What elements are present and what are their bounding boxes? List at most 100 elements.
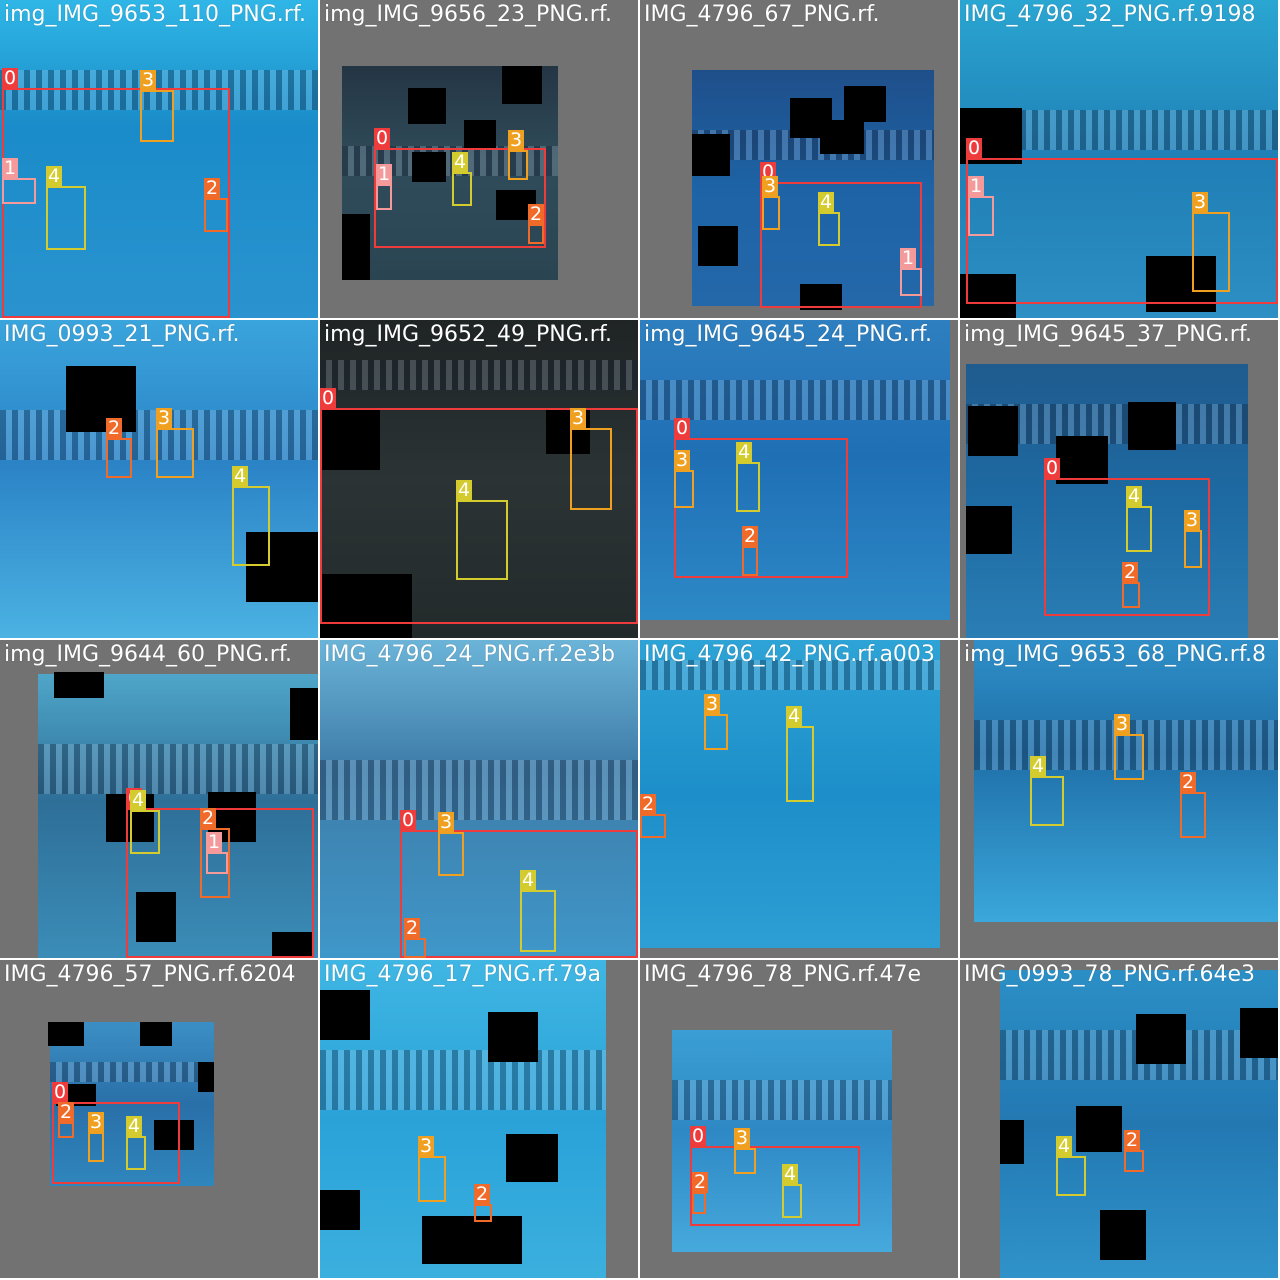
class-label: 3: [88, 1111, 105, 1133]
cutout-mask: [1240, 1008, 1278, 1058]
bounding-box: 0: [690, 1126, 860, 1226]
cutout-mask: [320, 1190, 360, 1230]
mosaic-tile: 0 4 3 2 img_IMG_9645_37_PNG.rf.: [960, 320, 1278, 638]
image-filename: img_IMG_9652_49_PNG.rf.: [324, 322, 612, 347]
class-label: 3: [762, 175, 779, 197]
cutout-mask: [290, 688, 318, 740]
class-label: 4: [782, 1163, 799, 1185]
bounding-box: 1: [2, 158, 36, 204]
mosaic-tile: 0 3 4 1 IMG_4796_67_PNG.rf.: [640, 0, 958, 318]
lane-rope: [320, 1050, 606, 1110]
bounding-box: 4: [786, 706, 814, 802]
class-label: 0: [374, 127, 391, 149]
class-label: 4: [126, 1115, 143, 1137]
bounding-box: 4: [126, 1116, 146, 1170]
mosaic-tile: 0421img_IMG_9644_60_PNG.rf.: [0, 640, 318, 958]
cutout-mask: [1100, 1210, 1146, 1260]
cutout-mask: [1136, 1014, 1186, 1064]
cutout-mask: [692, 134, 730, 176]
mosaic-tile: 0 3 4 2 IMG_4796_24_PNG.rf.2e3b: [320, 640, 638, 958]
image-filename: img_IMG_9653_68_PNG.rf.8: [964, 642, 1266, 667]
class-label: 4: [232, 465, 249, 487]
lane-rope: [50, 1062, 214, 1082]
class-label: 4: [520, 869, 537, 891]
class-label: 0: [674, 417, 691, 439]
image-filename: IMG_4796_42_PNG.rf.a003: [644, 642, 935, 667]
cutout-mask: [488, 1012, 538, 1062]
underwater-photo: [974, 640, 1278, 922]
bounding-box: 3: [1114, 714, 1144, 780]
class-label: 3: [734, 1127, 751, 1149]
bounding-box: 4: [736, 442, 760, 512]
bounding-box: 3: [1192, 192, 1230, 292]
image-filename: img_IMG_9653_110_PNG.rf.: [4, 2, 306, 27]
bounding-box: 2: [58, 1102, 75, 1138]
bounding-box: 0: [674, 418, 848, 578]
class-label: 0: [690, 1125, 707, 1147]
bounding-box: 2: [528, 204, 545, 244]
mosaic-tile: 4 2 IMG_0993_78_PNG.rf.64e3: [960, 960, 1278, 1278]
bounding-box: 4: [1056, 1136, 1086, 1196]
class-label: 0: [52, 1081, 69, 1103]
bounding-box: 3: [704, 694, 728, 750]
bounding-box: 4: [46, 166, 86, 250]
cutout-mask: [1056, 436, 1108, 484]
mosaic-tile: 0 3 4 1 2 img_IMG_9656_23_PNG.rf.: [320, 0, 638, 318]
class-label: 3: [570, 407, 587, 429]
mosaic-tile: 3 4 2 IMG_4796_42_PNG.rf.a003: [640, 640, 958, 958]
cutout-mask: [408, 88, 446, 124]
bounding-box: 3: [1184, 510, 1202, 568]
class-label: 4: [1056, 1135, 1073, 1157]
image-filename: img_IMG_9644_60_PNG.rf.: [4, 642, 292, 667]
class-label: 4: [456, 479, 473, 501]
class-label: 4: [46, 165, 63, 187]
class-label: 2: [106, 417, 123, 439]
cutout-mask: [342, 214, 370, 280]
class-label: 3: [674, 449, 691, 471]
cutout-mask: [502, 66, 542, 104]
bounding-box: 1: [968, 176, 994, 236]
class-label: 0: [2, 67, 19, 89]
bounding-box: 4: [456, 480, 508, 580]
bounding-box: 4: [782, 1164, 802, 1218]
bounding-box: 3: [88, 1112, 105, 1162]
bounding-box: 4: [452, 152, 472, 206]
class-label: 2: [1180, 771, 1197, 793]
bounding-box: 2: [106, 418, 132, 478]
class-label: 3: [140, 69, 157, 91]
class-label: 1: [2, 157, 19, 179]
bounding-box: 3: [734, 1128, 756, 1174]
bounding-box: 2: [404, 918, 426, 958]
image-filename: IMG_0993_21_PNG.rf.: [4, 322, 240, 347]
lane-rope: [320, 360, 638, 390]
class-label: 2: [204, 177, 221, 199]
class-label: 4: [452, 151, 469, 173]
image-filename: IMG_4796_67_PNG.rf.: [644, 2, 880, 27]
image-filename: IMG_4796_24_PNG.rf.2e3b: [324, 642, 615, 667]
class-label: 4: [786, 705, 803, 727]
mosaic-tile: 3 2 IMG_4796_17_PNG.rf.79a: [320, 960, 638, 1278]
bounding-box: 3: [674, 450, 694, 508]
cutout-mask: [422, 1216, 522, 1264]
bounding-box: 4: [818, 192, 840, 246]
image-filename: img_IMG_9656_23_PNG.rf.: [324, 2, 612, 27]
image-filename: IMG_4796_57_PNG.rf.6204: [4, 962, 296, 987]
class-label: 4: [1126, 485, 1143, 507]
mosaic-tile: 0 3 1 4 2 img_IMG_9653_110_PNG.rf.: [0, 0, 318, 318]
bounding-box: 2: [640, 794, 666, 838]
image-filename: IMG_4796_32_PNG.rf.9198: [964, 2, 1256, 27]
mosaic-tile: 0 3 2 4 IMG_4796_78_PNG.rf.47e: [640, 960, 958, 1278]
mosaic-tile: 2 3 4 IMG_0993_21_PNG.rf.: [0, 320, 318, 638]
bounding-box: 4: [232, 466, 270, 566]
bounding-box: 0: [760, 162, 922, 308]
class-label: 2: [528, 203, 545, 225]
bounding-box: 3: [570, 408, 612, 510]
class-label: 0: [320, 387, 337, 409]
bounding-box: 3: [140, 70, 174, 142]
cutout-mask: [844, 86, 886, 122]
class-label: 2: [474, 1183, 491, 1205]
cutout-mask: [968, 406, 1018, 456]
bounding-box: 2: [742, 526, 759, 576]
bounding-box: 2: [692, 1172, 709, 1214]
image-filename: img_IMG_9645_24_PNG.rf.: [644, 322, 932, 347]
